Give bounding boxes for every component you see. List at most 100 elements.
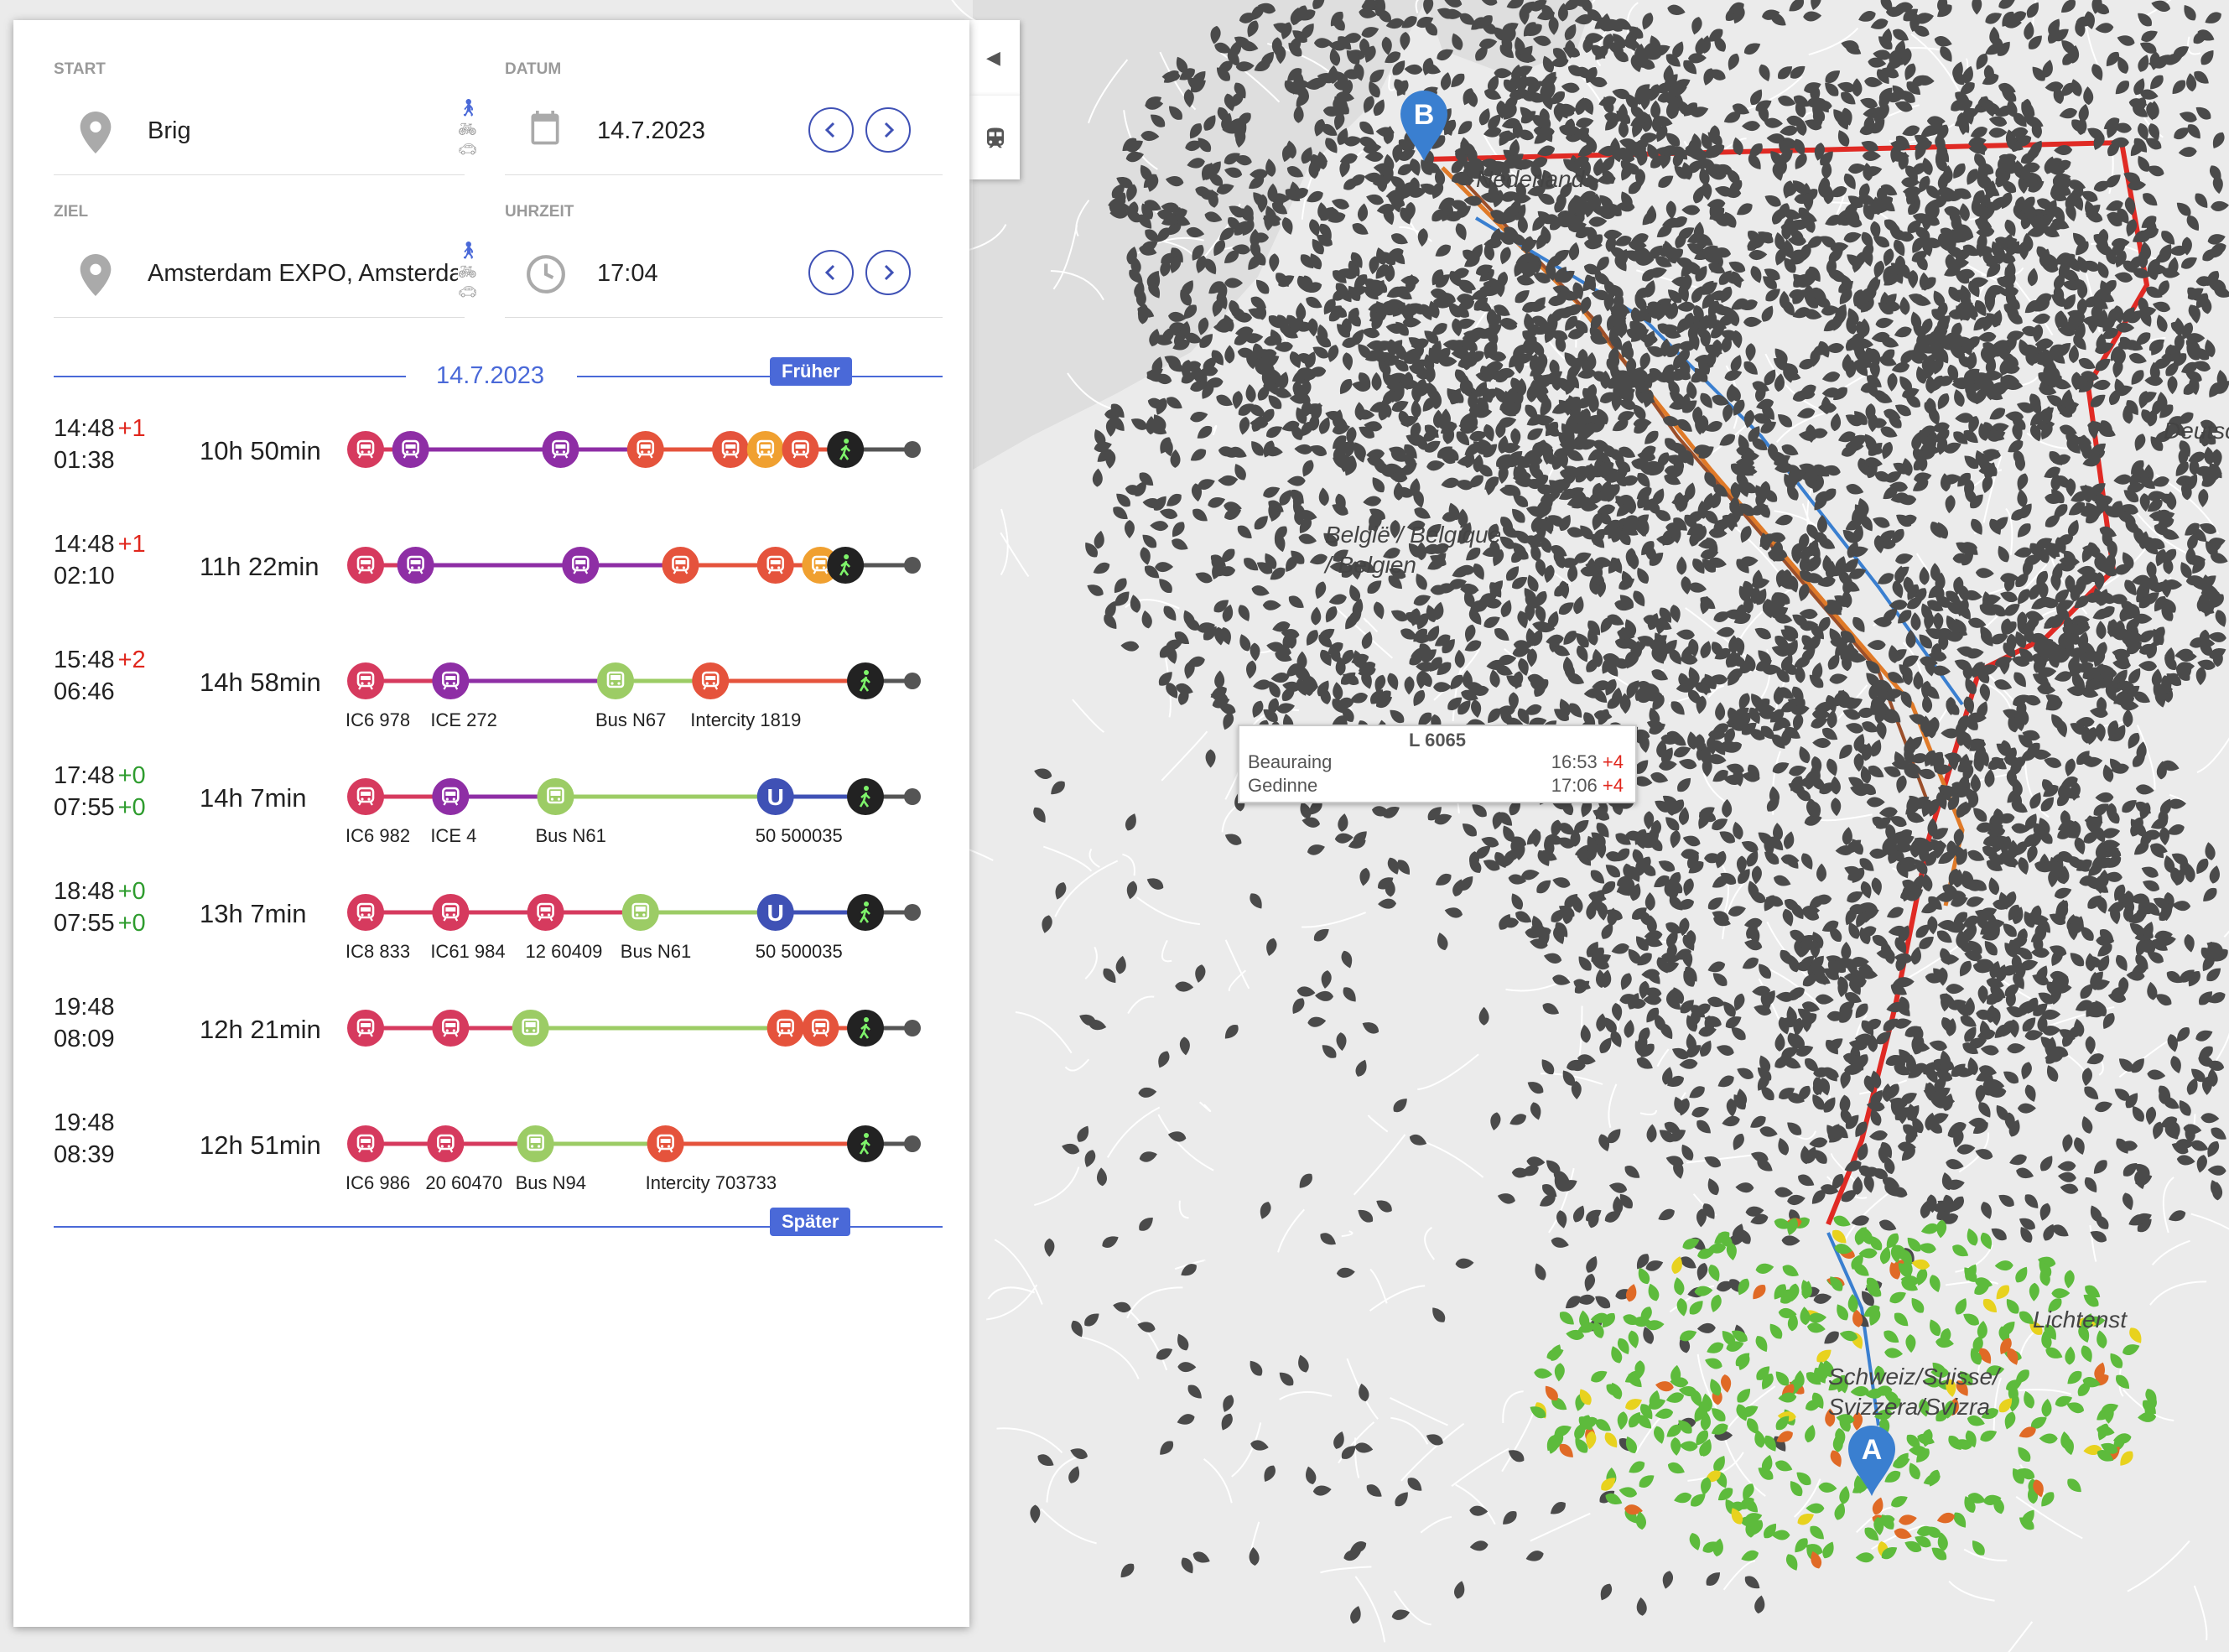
train-icon[interactable] bbox=[782, 431, 819, 468]
walk-icon[interactable] bbox=[827, 431, 865, 468]
location-pin-icon bbox=[80, 112, 112, 153]
time-underline bbox=[505, 317, 943, 318]
date-label: DATUM bbox=[505, 60, 562, 78]
bus-icon[interactable] bbox=[512, 1010, 549, 1047]
walk-icon[interactable] bbox=[847, 662, 884, 699]
bus-icon[interactable] bbox=[537, 778, 574, 815]
bus-icon[interactable] bbox=[621, 894, 659, 931]
connection-row[interactable]: 15:48 +2 06:46 14h 58min IC6 978 ICE 272 Bus N… bbox=[13, 644, 969, 753]
map-label-deutschland: Deutsc bbox=[2164, 418, 2229, 444]
connection-row[interactable]: 17:48 +0 07:55 +0 14h 7min U IC6 982 ICE 4 Bus N… bbox=[13, 760, 969, 869]
train-icon[interactable] bbox=[397, 547, 434, 584]
train-tooltip: L 6065 Beauraing 16:53 +4 Gedinne 17:06 … bbox=[1238, 725, 1637, 803]
destination-dot bbox=[904, 557, 921, 574]
chevron-right-icon bbox=[884, 264, 895, 281]
ubahn-icon[interactable]: U bbox=[756, 778, 794, 815]
walk-icon[interactable] bbox=[847, 1125, 884, 1162]
connection-timeline bbox=[347, 662, 921, 699]
train-icon[interactable] bbox=[347, 431, 384, 468]
later-button[interactable]: Später bbox=[770, 1208, 851, 1236]
walk-icon[interactable] bbox=[847, 894, 884, 931]
list-date-header: 14.7.2023 bbox=[436, 362, 545, 389]
time-input[interactable]: 17:04 bbox=[597, 260, 782, 288]
train-icon[interactable] bbox=[692, 662, 730, 699]
leg-label: ICE 272 bbox=[430, 709, 497, 730]
walk-icon[interactable] bbox=[847, 1010, 884, 1047]
connection-row[interactable]: 19:48 08:39 12h 51min IC6 986 20 60470 Bus N9… bbox=[13, 1107, 969, 1216]
train-icon[interactable] bbox=[432, 778, 470, 815]
date-previous-button[interactable] bbox=[808, 107, 854, 153]
bike-icon: 🚲︎ bbox=[458, 263, 477, 280]
train-icon[interactable] bbox=[712, 431, 750, 468]
car-icon: 🚗︎ bbox=[458, 141, 477, 158]
bus-icon[interactable] bbox=[597, 662, 634, 699]
train-icon[interactable] bbox=[347, 1010, 384, 1047]
train-icon[interactable] bbox=[562, 547, 600, 584]
ubahn-icon[interactable]: U bbox=[756, 894, 794, 931]
train-icon[interactable] bbox=[746, 431, 784, 468]
walk-icon: 🚶︎ bbox=[458, 99, 480, 117]
train-icon[interactable] bbox=[347, 1125, 384, 1162]
chevron-left-icon: ◀ bbox=[986, 47, 1000, 68]
tooltip-stop-name: Gedinne bbox=[1248, 775, 1318, 796]
train-icon bbox=[987, 127, 1004, 148]
leg-label: Bus N61 bbox=[620, 941, 692, 962]
connection-row[interactable]: 14:48 +1 01:38 10h 50min bbox=[13, 413, 969, 522]
divider bbox=[577, 376, 943, 377]
connection-row[interactable]: 18:48 +0 07:55 +0 13h 7min U IC8 833 IC61 984 12… bbox=[13, 875, 969, 984]
connection-timeline: U bbox=[347, 894, 921, 931]
date-input[interactable]: 14.7.2023 bbox=[597, 117, 782, 145]
earlier-button[interactable]: Früher bbox=[770, 357, 852, 386]
collapse-panel-button[interactable]: ◀ bbox=[969, 20, 1020, 96]
train-icon[interactable] bbox=[766, 1010, 804, 1047]
leg-label: Bus N94 bbox=[515, 1172, 587, 1193]
connection-timeline: U bbox=[347, 778, 921, 815]
divider bbox=[54, 376, 406, 377]
chevron-left-icon bbox=[824, 122, 835, 138]
leg-label: Bus N67 bbox=[595, 709, 667, 730]
chevron-right-icon bbox=[884, 122, 895, 138]
destination-mode-selector[interactable]: 🚶︎ 🚲︎ 🚗︎ bbox=[458, 240, 483, 302]
time-label: UHRZEIT bbox=[505, 203, 574, 221]
chevron-left-icon bbox=[824, 264, 835, 281]
start-underline bbox=[54, 174, 465, 175]
train-icon[interactable] bbox=[347, 662, 384, 699]
train-icon[interactable] bbox=[347, 778, 384, 815]
train-icon[interactable] bbox=[427, 1125, 465, 1162]
date-next-button[interactable] bbox=[865, 107, 911, 153]
train-icon[interactable] bbox=[756, 547, 794, 584]
train-icon[interactable] bbox=[432, 894, 470, 931]
destination-marker[interactable]: B bbox=[1397, 87, 1451, 163]
train-icon[interactable] bbox=[392, 431, 429, 468]
tooltip-train-name: L 6065 bbox=[1408, 730, 1467, 751]
time-next-button[interactable] bbox=[865, 250, 911, 295]
train-icon[interactable] bbox=[347, 894, 384, 931]
origin-marker[interactable]: A bbox=[1845, 1422, 1899, 1498]
destination-dot bbox=[904, 788, 921, 805]
train-icon[interactable] bbox=[802, 1010, 839, 1047]
train-icon[interactable] bbox=[626, 431, 664, 468]
train-icon[interactable] bbox=[647, 1125, 684, 1162]
train-icon[interactable] bbox=[662, 547, 699, 584]
connection-row[interactable]: 19:48 08:09 12h 21min bbox=[13, 991, 969, 1100]
connection-row[interactable]: 14:48 +1 02:10 11h 22min bbox=[13, 528, 969, 637]
destination-input[interactable]: Amsterdam EXPO, Amsterdam bbox=[148, 260, 458, 288]
leg-label: IC6 986 bbox=[346, 1172, 411, 1193]
train-filter-button[interactable] bbox=[969, 96, 1020, 179]
train-icon[interactable] bbox=[432, 662, 470, 699]
train-icon[interactable] bbox=[542, 431, 579, 468]
bus-icon[interactable] bbox=[517, 1125, 554, 1162]
start-mode-selector[interactable]: 🚶︎ 🚲︎ 🚗︎ bbox=[458, 97, 483, 159]
connection-timeline bbox=[347, 1125, 921, 1162]
walk-icon[interactable] bbox=[827, 547, 865, 584]
destination-dot bbox=[904, 1020, 921, 1036]
connection-timeline bbox=[347, 547, 921, 584]
train-icon[interactable] bbox=[347, 547, 384, 584]
time-previous-button[interactable] bbox=[808, 250, 854, 295]
walk-icon[interactable] bbox=[847, 778, 884, 815]
start-input[interactable]: Brig bbox=[148, 117, 458, 145]
map-label-schweiz: Schweiz/Suisse/ Svizzera/Svizra bbox=[1828, 1364, 1999, 1420]
train-icon[interactable] bbox=[432, 1010, 470, 1047]
train-icon[interactable] bbox=[527, 894, 564, 931]
start-label: START bbox=[54, 60, 106, 78]
